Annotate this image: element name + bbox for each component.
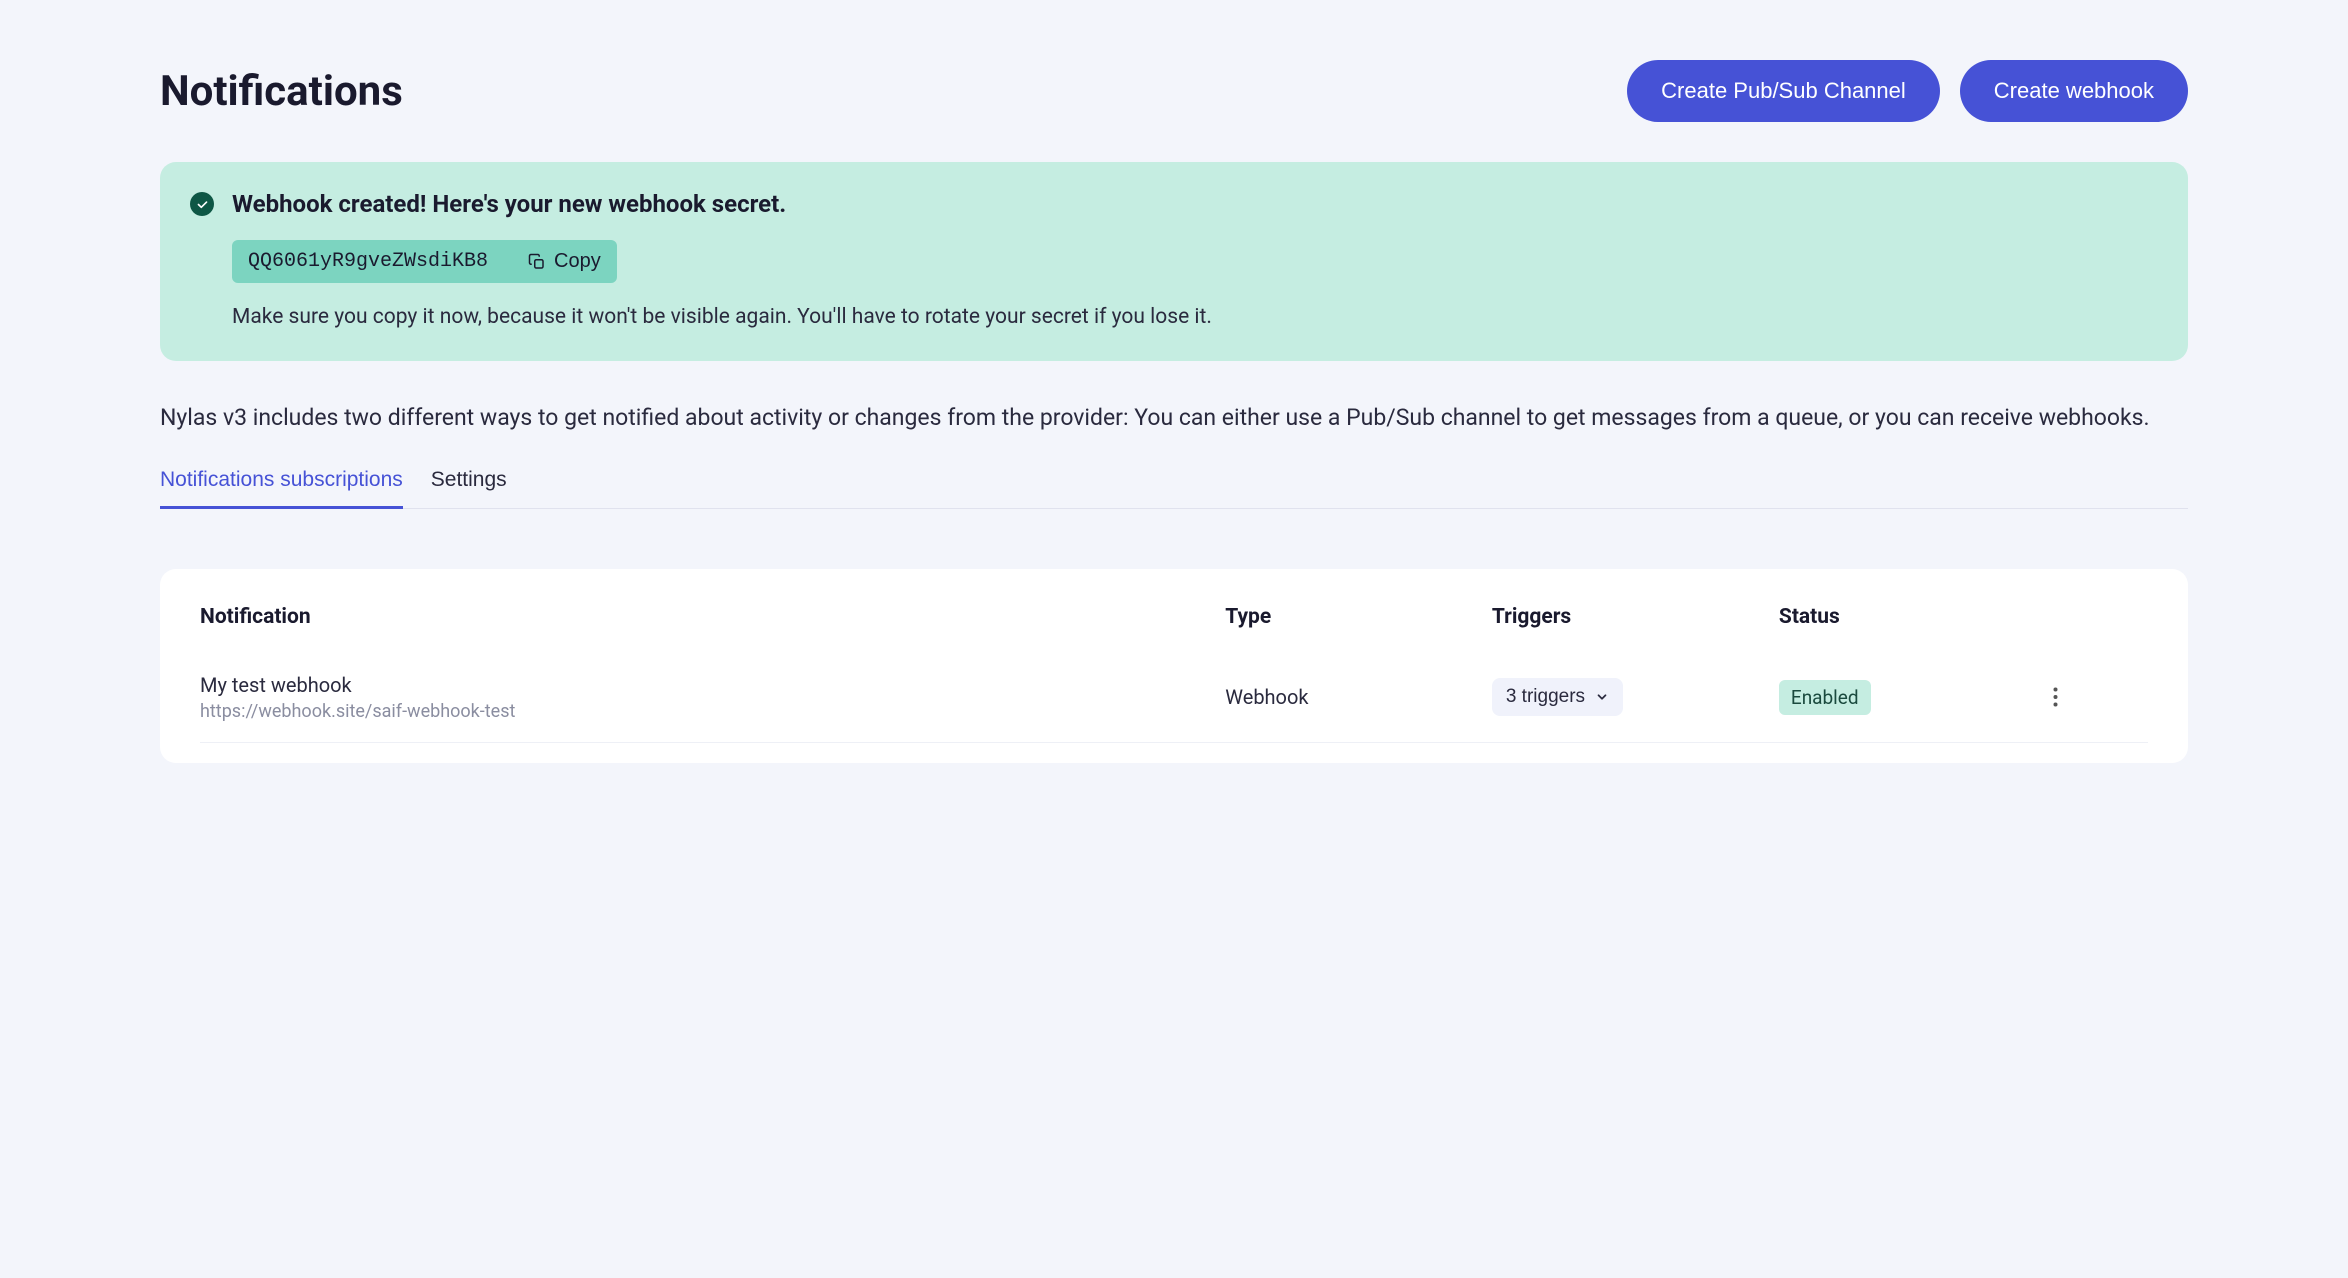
- row-menu-button[interactable]: [2045, 679, 2066, 715]
- th-triggers: Triggers: [1492, 605, 1779, 659]
- secret-box: QQ6061yR9gveZWsdiKB8 Copy: [232, 240, 617, 283]
- triggers-dropdown[interactable]: 3 triggers: [1492, 678, 1623, 716]
- th-notification: Notification: [200, 605, 1225, 659]
- notifications-card: Notification Type Triggers Status My tes…: [160, 569, 2188, 763]
- success-alert: Webhook created! Here's your new webhook…: [160, 162, 2188, 361]
- tab-subscriptions[interactable]: Notifications subscriptions: [160, 468, 403, 509]
- copy-button[interactable]: Copy: [528, 250, 601, 273]
- secret-value: QQ6061yR9gveZWsdiKB8: [248, 250, 488, 273]
- create-webhook-button[interactable]: Create webhook: [1960, 60, 2188, 122]
- webhook-url: https://webhook.site/saif-webhook-test: [200, 701, 1225, 722]
- copy-label: Copy: [554, 250, 601, 273]
- table-row: My test webhook https://webhook.site/sai…: [200, 659, 2148, 743]
- copy-icon: [528, 253, 546, 271]
- chevron-down-icon: [1595, 690, 1609, 704]
- triggers-label: 3 triggers: [1506, 686, 1585, 708]
- more-vertical-icon: [2053, 687, 2058, 707]
- alert-note: Make sure you copy it now, because it wo…: [232, 305, 2158, 329]
- tabs: Notifications subscriptions Settings: [160, 468, 2188, 509]
- page-description: Nylas v3 includes two different ways to …: [160, 401, 2188, 436]
- status-badge: Enabled: [1779, 680, 1871, 715]
- alert-title: Webhook created! Here's your new webhook…: [232, 190, 786, 218]
- webhook-name: My test webhook: [200, 673, 1225, 697]
- webhook-type: Webhook: [1225, 659, 1492, 743]
- notifications-table: Notification Type Triggers Status My tes…: [200, 605, 2148, 743]
- header-actions: Create Pub/Sub Channel Create webhook: [1627, 60, 2188, 122]
- tab-settings[interactable]: Settings: [431, 468, 507, 509]
- check-circle-icon: [190, 192, 214, 216]
- page-title: Notifications: [160, 67, 403, 116]
- th-type: Type: [1225, 605, 1492, 659]
- th-status: Status: [1779, 605, 2046, 659]
- create-pubsub-button[interactable]: Create Pub/Sub Channel: [1627, 60, 1940, 122]
